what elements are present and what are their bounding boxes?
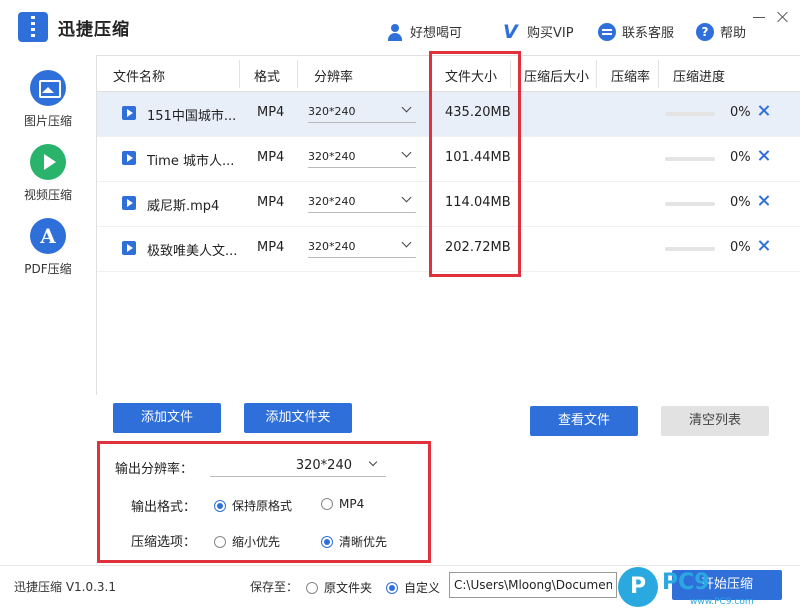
- play-icon: [30, 144, 66, 180]
- clear-list-button[interactable]: 清空列表: [661, 406, 769, 436]
- column-header-resolution: 分辨率: [314, 70, 354, 85]
- app-logo-icon: [18, 12, 48, 42]
- size-column-highlight: [429, 51, 521, 277]
- column-header-format: 格式: [254, 70, 281, 85]
- add-file-button[interactable]: 添加文件: [113, 403, 221, 433]
- user-name: 好想喝可: [410, 26, 463, 41]
- file-format: MP4: [257, 240, 285, 255]
- remove-icon[interactable]: [758, 150, 770, 162]
- radio-dot: [386, 581, 398, 594]
- progress-percent: 0%: [730, 150, 751, 165]
- progress-bar: [665, 202, 715, 206]
- chat-icon: [598, 22, 616, 41]
- remove-icon[interactable]: [758, 195, 770, 207]
- close-window-button[interactable]: [776, 10, 790, 24]
- resolution-select[interactable]: 320*240: [308, 191, 416, 213]
- file-name: Time 城市人...: [147, 154, 235, 169]
- video-play-icon[interactable]: [122, 106, 136, 120]
- progress-percent: 0%: [730, 240, 751, 255]
- help-label: 帮助: [720, 26, 747, 41]
- progress-percent: 0%: [730, 195, 751, 210]
- progress-bar: [665, 247, 715, 251]
- progress-bar: [665, 157, 715, 161]
- column-header-progress: 压缩进度: [673, 70, 726, 85]
- file-format: MP4: [257, 150, 285, 165]
- chevron-down-icon: [401, 192, 412, 203]
- buy-vip-link[interactable]: V 购买VIP: [503, 22, 574, 41]
- user-icon: [386, 23, 404, 41]
- file-format: MP4: [257, 195, 285, 210]
- image-icon: [30, 70, 66, 106]
- file-name: 极致唯美人文...: [147, 244, 238, 259]
- custom-label: 自定义: [404, 581, 441, 595]
- view-files-button[interactable]: 查看文件: [530, 406, 638, 436]
- file-name: 151中国城市...: [147, 109, 237, 124]
- save-original-folder-radio[interactable]: 原文件夹: [306, 579, 372, 596]
- watermark-logo: P: [618, 567, 658, 607]
- resolution-value: 320*240: [308, 105, 356, 118]
- video-play-icon[interactable]: [122, 196, 136, 210]
- progress-percent: 0%: [730, 105, 751, 120]
- sidebar-item-label: 视频压缩: [23, 188, 72, 202]
- chevron-down-icon: [401, 102, 412, 113]
- resolution-select[interactable]: 320*240: [308, 101, 416, 123]
- vip-icon: V: [503, 20, 518, 43]
- column-divider: [658, 60, 659, 88]
- sidebar-item-image-compress[interactable]: 图片压缩: [0, 70, 96, 129]
- chevron-down-icon: [401, 237, 412, 248]
- save-custom-radio[interactable]: 自定义: [386, 579, 440, 596]
- add-folder-button[interactable]: 添加文件夹: [244, 403, 352, 433]
- remove-icon[interactable]: [758, 240, 770, 252]
- column-divider: [596, 60, 597, 88]
- buy-vip-label: 购买VIP: [527, 26, 574, 41]
- sidebar-item-video-compress[interactable]: 视频压缩: [0, 144, 96, 203]
- minimize-button[interactable]: [752, 10, 766, 24]
- help-icon: ?: [696, 22, 714, 41]
- help-link[interactable]: ? 帮助: [696, 22, 746, 41]
- sidebar-item-label: 图片压缩: [23, 114, 72, 128]
- progress-bar: [665, 112, 715, 116]
- resolution-select[interactable]: 320*240: [308, 146, 416, 168]
- column-divider: [297, 60, 298, 88]
- video-play-icon[interactable]: [122, 241, 136, 255]
- app-title: 迅捷压缩: [58, 20, 130, 40]
- sidebar: 图片压缩 视频压缩 PDF压缩: [0, 62, 96, 562]
- video-play-icon[interactable]: [122, 151, 136, 165]
- watermark-text: PC9: [662, 570, 710, 595]
- original-folder-label: 原文件夹: [324, 581, 373, 595]
- file-format: MP4: [257, 105, 285, 120]
- remove-icon[interactable]: [758, 105, 770, 117]
- watermark-url: www.PC9.com: [690, 597, 754, 607]
- save-path-input[interactable]: [449, 572, 617, 598]
- sidebar-item-label: PDF压缩: [24, 262, 72, 276]
- resolution-select[interactable]: 320*240: [308, 236, 416, 258]
- customer-service-label: 联系客服: [622, 26, 675, 41]
- pdf-icon: [30, 218, 66, 254]
- footer-bar: 迅捷压缩 V1.0.3.1 保存至： 原文件夹 自定义 开始压缩 P PC9 w…: [0, 565, 800, 613]
- resolution-value: 320*240: [308, 240, 356, 253]
- user-account-link[interactable]: 好想喝可: [386, 22, 462, 41]
- customer-service-link[interactable]: 联系客服: [598, 22, 674, 41]
- version-label: 迅捷压缩 V1.0.3.1: [14, 580, 117, 594]
- radio-dot: [306, 581, 318, 594]
- resolution-value: 320*240: [308, 150, 356, 163]
- column-divider: [239, 60, 240, 88]
- save-to-label: 保存至：: [250, 580, 299, 594]
- options-highlight: [97, 441, 431, 563]
- file-name: 威尼斯.mp4: [147, 199, 220, 214]
- title-bar: 迅捷压缩 好想喝可 V 购买VIP 联系客服 ? 帮助: [0, 0, 800, 62]
- column-header-name: 文件名称: [113, 70, 166, 85]
- column-header-ratio: 压缩率: [611, 70, 651, 85]
- chevron-down-icon: [401, 147, 412, 158]
- column-header-compressed-size: 压缩后大小: [524, 70, 590, 85]
- sidebar-item-pdf-compress[interactable]: PDF压缩: [0, 218, 96, 277]
- resolution-value: 320*240: [308, 195, 356, 208]
